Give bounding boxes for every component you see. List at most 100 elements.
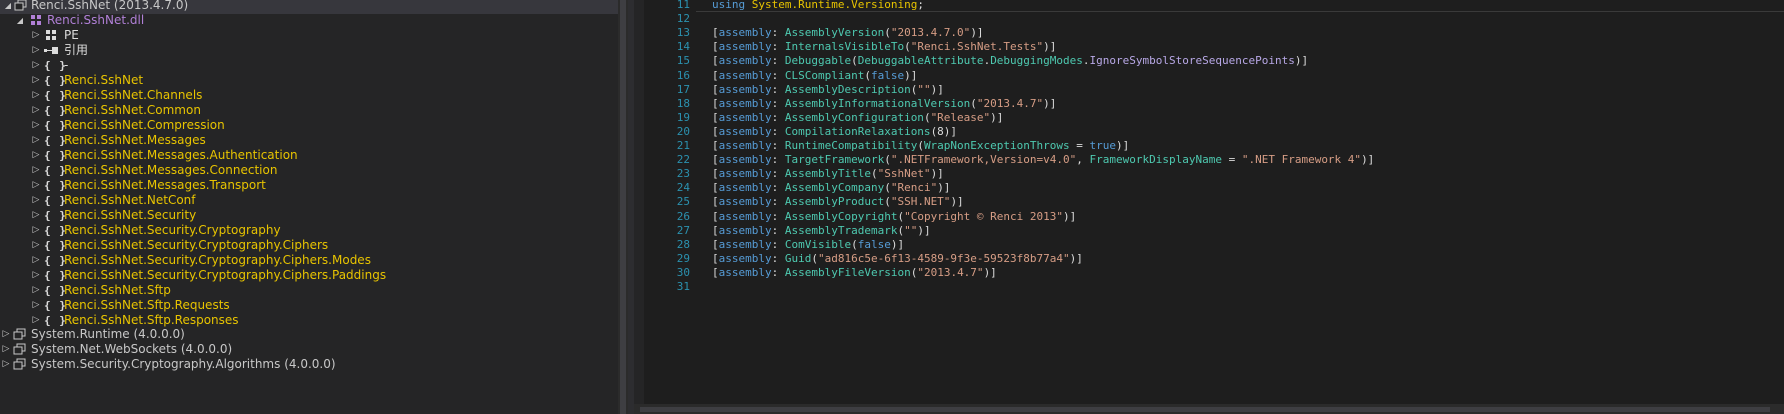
code-token: WrapNonExceptionThrows bbox=[923, 139, 1070, 152]
code-token: AssemblyTrademark bbox=[784, 223, 898, 237]
code-token: IgnoreSymbolStoreSequencePoints bbox=[1089, 54, 1295, 68]
code-token: . bbox=[1082, 54, 1090, 68]
expand-toggle-icon[interactable]: ◢ bbox=[2, 0, 14, 14]
code-token: : bbox=[771, 110, 785, 124]
code-token: )] bbox=[950, 195, 964, 209]
code-token: DebuggingModes bbox=[990, 54, 1083, 68]
code-token: [ bbox=[712, 181, 719, 195]
code-token: Debuggable bbox=[784, 54, 852, 68]
code-token: ( bbox=[811, 251, 818, 265]
code-token: ( bbox=[851, 54, 858, 68]
code-token: [ bbox=[712, 209, 719, 223]
code-token: [ bbox=[712, 153, 719, 167]
code-token: assembly bbox=[718, 223, 772, 237]
code-token: true bbox=[1089, 139, 1117, 152]
code-token: [ bbox=[712, 251, 719, 265]
assembly-explorer-tree: ◢ Renci.SshNet (2013.4.7.0) ◢ Renci.SshN… bbox=[0, 0, 618, 414]
code-token: ( bbox=[884, 181, 891, 195]
code-token: ( bbox=[917, 139, 924, 152]
code-token: [ bbox=[712, 223, 719, 237]
code-token: = bbox=[1069, 139, 1090, 152]
code-token: ".NETFramework,Version=v4.0" bbox=[890, 153, 1077, 167]
code-token: "2013.4.7.0" bbox=[890, 26, 971, 40]
code-token: ComVisible bbox=[784, 237, 852, 251]
code-token: )] bbox=[1063, 209, 1077, 223]
code-token: )] bbox=[890, 237, 905, 251]
code-token: : bbox=[771, 26, 785, 40]
tree-scrollbar-thumb[interactable] bbox=[620, 0, 626, 414]
code-token: [ bbox=[712, 82, 719, 96]
code-token: : bbox=[771, 265, 785, 279]
code-token: : bbox=[771, 209, 785, 223]
code-token: ( bbox=[884, 195, 891, 209]
code-token: )] bbox=[930, 167, 944, 181]
code-token: "" bbox=[904, 223, 918, 237]
code-token: "2013.4.7" bbox=[976, 96, 1044, 110]
code-token: assembly bbox=[718, 68, 772, 82]
code-token: assembly bbox=[718, 96, 772, 110]
code-token: , bbox=[1076, 153, 1090, 167]
code-token: assembly bbox=[718, 265, 772, 279]
code-token: assembly bbox=[718, 110, 772, 124]
code-token: AssemblyCopyright bbox=[784, 209, 898, 223]
code-token: using bbox=[712, 0, 746, 11]
code-token: (8)] bbox=[930, 124, 958, 138]
code-token: ( bbox=[904, 40, 911, 54]
code-token: [ bbox=[712, 54, 719, 68]
expand-toggle-icon[interactable]: ▷ bbox=[0, 356, 12, 373]
code-token: "" bbox=[917, 82, 931, 96]
code-token: InternalsVisibleTo bbox=[784, 40, 905, 54]
code-token: FrameworkDisplayName bbox=[1089, 153, 1222, 167]
code-token: : bbox=[771, 195, 785, 209]
code-token: [ bbox=[712, 68, 719, 82]
code-token: assembly bbox=[718, 209, 772, 223]
gutter-margin bbox=[634, 0, 644, 414]
code-token: ".NET Framework 4" bbox=[1241, 153, 1362, 167]
line-number-gutter: 11 12 13 14 15 16 17 18 19 20 21 22 23 24 25 26 27 28 29 30… bbox=[634, 0, 696, 414]
code-token: )] bbox=[1043, 40, 1057, 54]
code-token: )] bbox=[930, 82, 944, 96]
code-token: )] bbox=[983, 265, 997, 279]
code-line[interactable]: using System.Runtime.Versioning; bbox=[712, 0, 924, 13]
code-token: CLSCompliant bbox=[784, 68, 865, 82]
code-token: ( bbox=[970, 96, 977, 110]
code-token: [ bbox=[712, 124, 719, 138]
code-token: : bbox=[771, 124, 785, 138]
code-token: )] bbox=[1043, 96, 1057, 110]
expand-toggle-icon[interactable]: ◢ bbox=[14, 12, 26, 29]
code-token: [ bbox=[712, 237, 719, 251]
code-token: assembly bbox=[718, 251, 772, 265]
code-token: [ bbox=[712, 139, 719, 152]
code-token: false bbox=[870, 68, 905, 82]
code-token: ( bbox=[864, 68, 871, 82]
code-token: CompilationRelaxations bbox=[784, 124, 931, 138]
code-token: Guid bbox=[784, 251, 812, 265]
code-token: AssemblyVersion bbox=[784, 26, 885, 40]
code-token: AssemblyProduct bbox=[784, 195, 885, 209]
code-token: AssemblyInformationalVersion bbox=[784, 96, 971, 110]
code-token: "Renci" bbox=[890, 181, 938, 195]
editor-scrollbar-thumb[interactable] bbox=[640, 407, 1770, 412]
code-token: : bbox=[771, 82, 785, 96]
assembly-icon bbox=[13, 356, 26, 373]
code-token: = bbox=[1221, 153, 1242, 167]
code-token: AssemblyTitle bbox=[784, 167, 871, 181]
code-token: TargetFramework bbox=[784, 153, 885, 167]
code-token: assembly bbox=[718, 195, 772, 209]
code-token: [ bbox=[712, 195, 719, 209]
code-token: assembly bbox=[718, 167, 772, 181]
code-token: "SshNet" bbox=[877, 167, 931, 181]
code-token: [ bbox=[712, 265, 719, 279]
code-line[interactable]: [assembly: AssemblyFileVersion("2013.4.7… bbox=[712, 265, 997, 281]
code-token: [ bbox=[712, 167, 719, 181]
code-token: System.Runtime.Versioning bbox=[751, 0, 918, 11]
code-editor[interactable]: 11 12 13 14 15 16 17 18 19 20 21 22 23 24 25 26 27 28 29 30… bbox=[634, 0, 1784, 414]
code-token: assembly bbox=[718, 153, 772, 167]
code-token: "ad816c5e-6f13-4589-9f3e-59523f8b77a4" bbox=[817, 251, 1070, 265]
code-token: ( bbox=[884, 26, 891, 40]
code-token: : bbox=[771, 223, 785, 237]
code-token: )] bbox=[1069, 251, 1083, 265]
code-token: )] bbox=[1116, 139, 1130, 152]
code-token: false bbox=[857, 237, 891, 251]
